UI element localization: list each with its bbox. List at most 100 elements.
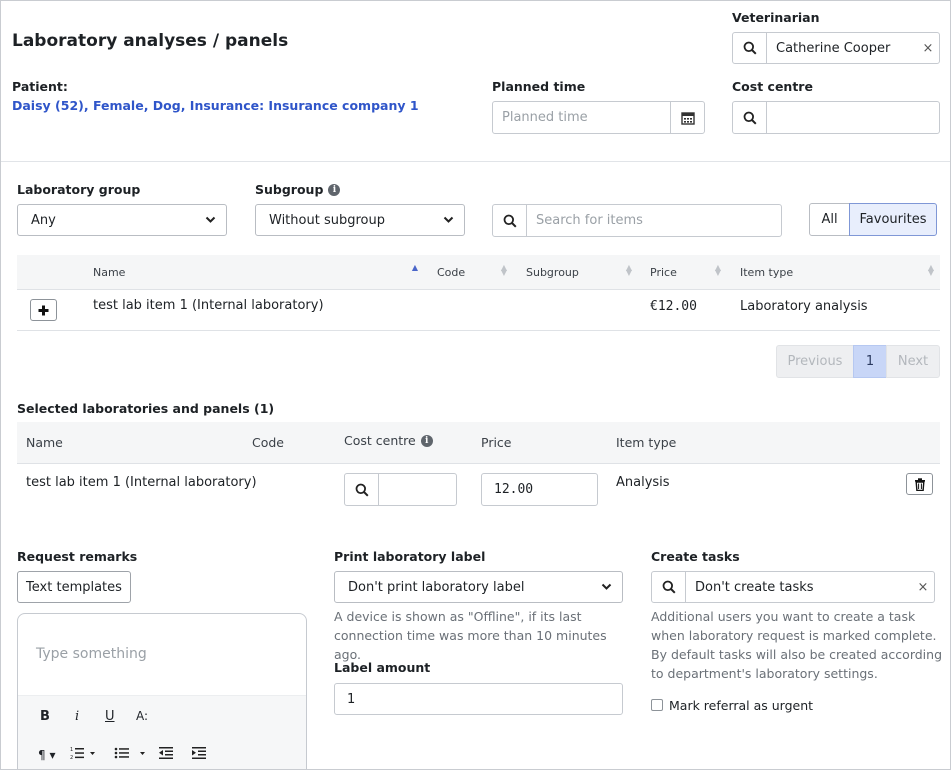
col-name[interactable]: Name — [93, 266, 125, 279]
calendar-icon[interactable] — [670, 102, 704, 133]
sort-icon[interactable]: ▲ ▼ — [927, 264, 935, 277]
search-icon — [493, 205, 527, 236]
selected-table-header — [17, 422, 940, 464]
item-type: Laboratory analysis — [740, 299, 868, 314]
item-search-field[interactable]: Search for items — [492, 204, 782, 237]
remarks-label: Request remarks — [17, 549, 138, 564]
selected-price-value: 12.00 — [494, 482, 534, 497]
cost-centre-field[interactable] — [732, 101, 940, 134]
trash-icon — [914, 477, 926, 491]
selected-cost-centre-field[interactable] — [344, 473, 457, 506]
outdent-icon[interactable] — [159, 746, 173, 760]
pagination-next[interactable]: Next — [886, 345, 940, 378]
print-label-value: Don't print laboratory label — [348, 579, 525, 595]
sort-icon[interactable]: ▲ ▼ — [500, 264, 508, 277]
svg-text:2: 2 — [70, 755, 73, 760]
bullet-list-icon[interactable] — [114, 746, 150, 760]
bold-button[interactable]: B — [40, 709, 50, 724]
italic-button[interactable]: i — [75, 709, 79, 724]
col-item-type: Item type — [616, 435, 677, 450]
chevron-down-icon — [205, 216, 216, 224]
plus-icon — [38, 305, 49, 316]
font-size-button[interactable]: A: — [136, 709, 148, 723]
col-item-type[interactable]: Item type — [740, 266, 793, 279]
search-icon — [733, 33, 767, 63]
print-label-label: Print laboratory label — [334, 549, 486, 564]
item-name: test lab item 1 (Internal laboratory) — [93, 298, 324, 313]
label-amount-value: 1 — [347, 691, 356, 707]
subgroup-label-wrap: Subgroup i — [255, 182, 341, 197]
ordered-list-icon[interactable]: 12 — [70, 746, 96, 760]
pagination-page-1[interactable]: 1 — [853, 345, 887, 378]
chevron-down-icon — [443, 216, 454, 224]
label-amount-label: Label amount — [334, 660, 431, 675]
page-title: Laboratory analyses / panels — [12, 31, 289, 51]
col-code: Code — [252, 435, 285, 450]
col-cost-centre-wrap: Cost centre i — [344, 433, 433, 448]
item-price: €12.00 — [650, 299, 697, 314]
info-icon: i — [420, 434, 433, 447]
print-label-help: A device is shown as "Offline", if its l… — [334, 609, 607, 662]
delete-button[interactable] — [906, 473, 933, 495]
text-templates-button[interactable]: Text templates — [17, 571, 131, 603]
urgent-label[interactable]: Mark referral as urgent — [669, 698, 813, 713]
search-icon — [345, 474, 379, 505]
col-name: Name — [26, 435, 63, 450]
chevron-down-icon — [601, 583, 612, 591]
veterinarian-field[interactable]: Catherine Cooper × — [732, 32, 940, 64]
all-filter-button[interactable]: All — [809, 203, 850, 236]
lab-group-value: Any — [31, 212, 56, 228]
create-tasks-help: Additional users you want to create a ta… — [651, 609, 943, 681]
cost-centre-label: Cost centre — [732, 79, 813, 94]
lab-group-label: Laboratory group — [17, 182, 141, 197]
clear-icon[interactable]: × — [912, 580, 934, 595]
indent-icon[interactable] — [192, 746, 206, 760]
planned-time-field[interactable]: Planned time — [492, 101, 705, 134]
search-icon — [733, 102, 767, 133]
col-cost-centre: Cost centre — [344, 433, 416, 448]
sort-icon[interactable]: ▲ ▼ — [625, 264, 633, 277]
pagination-previous[interactable]: Previous — [776, 345, 854, 378]
create-tasks-field[interactable]: Don't create tasks × — [651, 571, 935, 603]
col-price: Price — [481, 435, 512, 450]
paragraph-format-icon[interactable]: ¶ ▾ — [38, 748, 55, 762]
info-icon: i — [328, 183, 341, 196]
item-search-placeholder: Search for items — [536, 213, 643, 228]
print-label-select[interactable]: Don't print laboratory label — [334, 571, 623, 603]
remarks-placeholder[interactable]: Type something — [36, 646, 147, 662]
lab-group-select[interactable]: Any — [17, 204, 227, 236]
col-price[interactable]: Price — [650, 266, 677, 279]
selected-item-name: test lab item 1 (Internal laboratory) — [26, 475, 257, 490]
search-icon — [652, 572, 686, 602]
selected-title: Selected laboratories and panels (1) — [17, 401, 275, 416]
subgroup-select[interactable]: Without subgroup — [255, 204, 465, 236]
planned-time-label: Planned time — [492, 79, 586, 94]
divider — [1, 161, 950, 162]
planned-time-placeholder: Planned time — [502, 110, 588, 125]
clear-icon[interactable]: × — [917, 41, 939, 56]
editor-toolbar: B i U A: ¶ ▾ 12 — [18, 695, 306, 769]
subgroup-label: Subgroup — [255, 182, 324, 197]
add-item-button[interactable] — [30, 299, 57, 321]
veterinarian-label: Veterinarian — [732, 10, 820, 25]
col-subgroup[interactable]: Subgroup — [526, 266, 579, 279]
svg-text:1: 1 — [70, 747, 73, 753]
selected-item-type: Analysis — [616, 475, 670, 490]
urgent-checkbox[interactable] — [651, 699, 663, 711]
create-tasks-value: Don't create tasks — [695, 579, 814, 595]
lab-analyses-dialog: Laboratory analyses / panels Veterinaria… — [0, 0, 951, 770]
sort-icon[interactable]: ▲ ▼ — [714, 264, 722, 277]
label-amount-field[interactable]: 1 — [334, 683, 623, 715]
items-table-header — [17, 255, 940, 290]
selected-price-field[interactable]: 12.00 — [481, 473, 598, 506]
patient-link[interactable]: Daisy (52), Female, Dog, Insurance: Insu… — [12, 98, 419, 113]
favourites-filter-button[interactable]: Favourites — [849, 203, 937, 236]
patient-label: Patient: — [12, 79, 68, 94]
col-code[interactable]: Code — [437, 266, 465, 279]
veterinarian-value: Catherine Cooper — [776, 40, 891, 56]
sort-asc-icon[interactable]: ▲ — [411, 264, 419, 272]
underline-button[interactable]: U — [105, 709, 115, 724]
create-tasks-label: Create tasks — [651, 549, 740, 564]
remarks-editor: Type something B i U A: ¶ ▾ 12 — [17, 613, 307, 769]
subgroup-value: Without subgroup — [269, 212, 385, 228]
